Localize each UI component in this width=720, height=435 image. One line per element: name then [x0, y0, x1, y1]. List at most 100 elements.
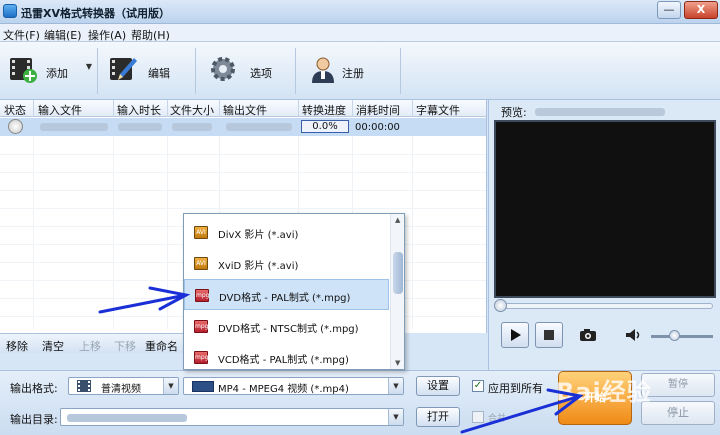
- chevron-down-icon[interactable]: ▼: [388, 378, 403, 394]
- format-option-divx[interactable]: AVI DivX 影片 (*.avi): [184, 217, 389, 248]
- menu-bar: 文件(F) 编辑(E) 操作(A) 帮助(H): [0, 24, 720, 42]
- col-status[interactable]: 状态: [4, 102, 26, 118]
- volume-icon[interactable]: [625, 328, 643, 342]
- gear-icon: [211, 57, 235, 81]
- merge-label: 合并: [488, 414, 507, 424]
- clear-button[interactable]: 清空: [42, 338, 64, 354]
- stop-convert-button[interactable]: 停止: [641, 401, 715, 425]
- col-file-size[interactable]: 文件大小: [170, 102, 214, 118]
- seek-thumb[interactable]: [494, 299, 507, 312]
- settings-button[interactable]: 设置: [416, 376, 460, 396]
- mpg-file-icon: mpg: [194, 351, 208, 364]
- format-option-label: XviD 影片 (*.avi): [218, 261, 299, 272]
- chevron-down-icon[interactable]: ▼: [163, 378, 178, 394]
- toolbar-divider: [400, 48, 401, 94]
- format-dropdown-list[interactable]: AVI DivX 影片 (*.avi) AVI XviD 影片 (*.avi) …: [183, 213, 405, 370]
- progress-cell: 0.0%: [301, 120, 349, 133]
- open-folder-button[interactable]: 打开: [416, 407, 460, 427]
- rename-button[interactable]: 重命名: [145, 338, 178, 354]
- col-progress[interactable]: 转换进度: [302, 102, 346, 118]
- apply-all-checkbox[interactable]: ✓: [472, 380, 484, 392]
- scroll-up-icon[interactable]: ▲: [395, 216, 400, 224]
- menu-operate[interactable]: 操作(A): [88, 27, 126, 43]
- format-option-dvd-ntsc[interactable]: mpg DVD格式 - NTSC制式 (*.mpg): [184, 311, 389, 342]
- remove-button[interactable]: 移除: [6, 338, 28, 354]
- preview-screen: [494, 120, 716, 298]
- format-option-label: DVD格式 - NTSC制式 (*.mpg): [218, 324, 359, 335]
- window-title: 迅雷XV格式转换器（试用版）: [21, 7, 170, 20]
- list-action-bar: 移除 清空 上移 下移 重命名: [0, 333, 183, 353]
- output-dir-input[interactable]: ▼: [60, 408, 404, 426]
- toolbar-divider: [195, 48, 196, 94]
- mp4-file-icon: [192, 381, 214, 392]
- avi-file-icon: AVI: [194, 257, 208, 270]
- title-bar: 迅雷XV格式转换器（试用版） — X: [0, 0, 720, 24]
- toolbar-divider: [97, 48, 98, 94]
- col-input-duration[interactable]: 输入时长: [117, 102, 161, 118]
- seek-bar[interactable]: [497, 303, 713, 309]
- film-edit-icon: [110, 58, 137, 80]
- output-format-value: MP4 - MPEG4 视频 (*.mp4): [218, 384, 349, 395]
- input-filename-redacted: [40, 123, 108, 131]
- apply-all-label: 应用到所有: [488, 382, 543, 395]
- user-icon: [312, 57, 334, 83]
- menu-edit[interactable]: 编辑(E): [44, 27, 82, 43]
- camera-icon[interactable]: [579, 328, 597, 342]
- preview-filename-redacted: [535, 108, 665, 116]
- edit-label: 编辑: [148, 67, 170, 80]
- options-button[interactable]: 选项: [208, 50, 278, 92]
- menu-file[interactable]: 文件(F): [3, 27, 40, 43]
- stop-playback-button[interactable]: [535, 322, 563, 348]
- add-label: 添加: [46, 67, 68, 80]
- film-add-icon: [10, 58, 37, 83]
- volume-thumb[interactable]: [669, 330, 680, 341]
- col-elapsed[interactable]: 消耗时间: [356, 102, 400, 118]
- preview-label: 预览:: [501, 106, 527, 119]
- pause-button[interactable]: 暂停: [641, 373, 715, 397]
- input-duration-redacted: [118, 123, 162, 131]
- register-label: 注册: [342, 67, 364, 80]
- format-option-vcd-pal[interactable]: mpg VCD格式 - PAL制式 (*.mpg): [184, 342, 389, 369]
- output-path-redacted: [67, 414, 187, 422]
- output-filename-redacted: [226, 123, 292, 131]
- edit-button[interactable]: 编辑: [108, 50, 176, 92]
- elapsed-cell: 00:00:00: [355, 122, 400, 133]
- add-button[interactable]: 添加: [8, 50, 82, 92]
- add-dropdown-arrow-icon[interactable]: ▼: [83, 62, 95, 78]
- app-logo-icon: [3, 4, 17, 18]
- preview-panel: 预览:: [488, 100, 720, 370]
- chevron-down-icon[interactable]: ▼: [388, 409, 403, 425]
- col-output-file[interactable]: 输出文件: [223, 102, 267, 118]
- play-button[interactable]: [501, 322, 529, 348]
- table-row[interactable]: 0.0% 00:00:00: [0, 118, 486, 136]
- format-option-label: DivX 影片 (*.avi): [218, 230, 299, 241]
- move-down-button[interactable]: 下移: [114, 338, 136, 354]
- merge-checkbox[interactable]: [472, 411, 484, 423]
- dropdown-scrollbar[interactable]: ▲ ▼: [390, 214, 404, 369]
- avi-file-icon: AVI: [194, 226, 208, 239]
- stop-icon: [544, 330, 554, 340]
- play-icon: [511, 329, 521, 341]
- options-label: 选项: [250, 67, 272, 80]
- format-option-xvid[interactable]: AVI XviD 影片 (*.avi): [184, 248, 389, 279]
- scroll-thumb[interactable]: [393, 252, 403, 294]
- output-format-label: 输出格式:: [10, 382, 58, 395]
- col-input-file[interactable]: 输入文件: [38, 102, 82, 118]
- minimize-button[interactable]: —: [657, 1, 681, 19]
- format-category-select[interactable]: 普清视频 ▼: [68, 377, 179, 395]
- volume-slider[interactable]: [651, 335, 713, 338]
- toolbar: 添加 ▼ 编辑 选项 注册: [0, 42, 720, 100]
- output-dir-label: 输出目录:: [10, 413, 58, 426]
- mpg-file-icon: mpg: [194, 320, 208, 333]
- col-subtitle[interactable]: 字幕文件: [416, 102, 460, 118]
- format-category-value: 普清视频: [101, 384, 141, 395]
- move-up-button[interactable]: 上移: [79, 338, 101, 354]
- film-icon: [77, 380, 91, 392]
- menu-help[interactable]: 帮助(H): [131, 27, 170, 43]
- scroll-down-icon[interactable]: ▼: [395, 359, 400, 367]
- close-button[interactable]: X: [684, 1, 718, 19]
- register-button[interactable]: 注册: [308, 50, 378, 92]
- output-format-select[interactable]: MP4 - MPEG4 视频 (*.mp4) ▼: [183, 377, 404, 395]
- format-option-dvd-pal[interactable]: mpg DVD格式 - PAL制式 (*.mpg): [184, 279, 389, 310]
- baidu-watermark: Bai经验: [556, 378, 652, 406]
